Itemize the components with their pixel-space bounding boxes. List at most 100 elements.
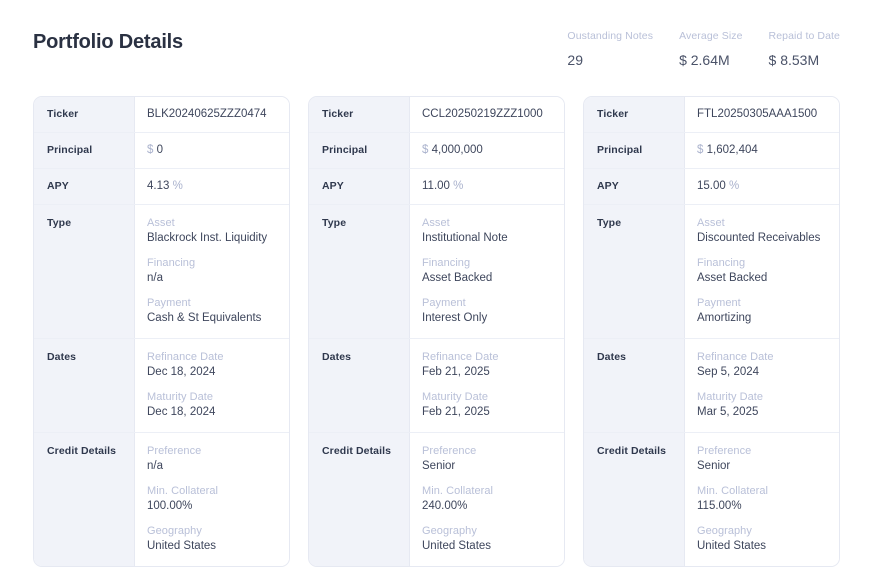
field-min-collateral: Min. Collateral 115.00% xyxy=(697,484,827,514)
card-row-dates: Dates Refinance Date Sep 5, 2024 Maturit… xyxy=(584,339,839,433)
field-refinance-date-label: Refinance Date xyxy=(147,350,277,365)
field-asset: Asset Discounted Receivables xyxy=(697,216,827,246)
field-geography: Geography United States xyxy=(697,524,827,554)
field-preference: Preference n/a xyxy=(147,444,277,474)
row-label-apy: APY xyxy=(34,169,135,204)
row-label-type: Type xyxy=(34,205,135,338)
field-payment-label: Payment xyxy=(422,296,552,311)
card-row-apy: APY 15.00 % xyxy=(584,169,839,205)
apy-amount: 11.00 xyxy=(422,179,450,194)
row-label-ticker: Ticker xyxy=(584,97,685,132)
principal-amount: 4,000,000 xyxy=(432,143,483,158)
card-row-principal: Principal $ 4,000,000 xyxy=(309,133,564,169)
row-label-ticker: Ticker xyxy=(309,97,410,132)
row-label-ticker: Ticker xyxy=(34,97,135,132)
card-row-ticker: Ticker CCL20250219ZZZ1000 xyxy=(309,97,564,133)
percent-symbol: % xyxy=(173,179,183,194)
field-preference-value: n/a xyxy=(147,459,277,474)
field-min-collateral-value: 100.00% xyxy=(147,499,277,514)
card-row-apy: APY 4.13 % xyxy=(34,169,289,205)
row-label-credit-details: Credit Details xyxy=(584,433,685,566)
row-value-credit-details: Preference Senior Min. Collateral 240.00… xyxy=(410,433,564,566)
row-label-type: Type xyxy=(309,205,410,338)
row-label-type: Type xyxy=(584,205,685,338)
portfolio-details-page: Portfolio Details Oustanding Notes 29 Av… xyxy=(0,0,869,531)
field-preference-label: Preference xyxy=(697,444,827,459)
field-geography-label: Geography xyxy=(422,524,552,539)
field-min-collateral-label: Min. Collateral xyxy=(422,484,552,499)
field-asset: Asset Institutional Note xyxy=(422,216,552,246)
percent-symbol: % xyxy=(729,179,739,194)
field-geography-value: United States xyxy=(422,539,552,554)
currency-symbol: $ xyxy=(147,143,153,158)
stat-oustanding-notes-value: 29 xyxy=(567,51,583,69)
row-value-principal: $ 0 xyxy=(135,133,289,168)
field-payment-label: Payment xyxy=(147,296,277,311)
note-card[interactable]: Ticker FTL20250305AAA1500 Principal $ 1,… xyxy=(583,96,840,567)
row-value-type: Asset Blackrock Inst. Liquidity Financin… xyxy=(135,205,289,338)
field-maturity-date-value: Feb 21, 2025 xyxy=(422,405,552,420)
card-row-ticker: Ticker BLK20240625ZZZ0474 xyxy=(34,97,289,133)
card-row-apy: APY 11.00 % xyxy=(309,169,564,205)
card-row-credit-details: Credit Details Preference n/a Min. Colla… xyxy=(34,433,289,566)
field-geography-value: United States xyxy=(697,539,827,554)
principal-amount: 1,602,404 xyxy=(707,143,758,158)
field-financing-label: Financing xyxy=(422,256,552,271)
row-label-principal: Principal xyxy=(34,133,135,168)
field-preference: Preference Senior xyxy=(422,444,552,474)
card-row-type: Type Asset Discounted Receivables Financ… xyxy=(584,205,839,339)
field-min-collateral: Min. Collateral 240.00% xyxy=(422,484,552,514)
field-min-collateral-label: Min. Collateral xyxy=(147,484,277,499)
field-asset-value: Blackrock Inst. Liquidity xyxy=(147,231,277,246)
field-refinance-date: Refinance Date Sep 5, 2024 xyxy=(697,350,827,380)
stat-average-size-value: $ 2.64M xyxy=(679,51,730,69)
field-maturity-date-value: Dec 18, 2024 xyxy=(147,405,277,420)
row-value-apy: 15.00 % xyxy=(685,169,839,204)
percent-symbol: % xyxy=(453,179,463,194)
field-maturity-date-value: Mar 5, 2025 xyxy=(697,405,827,420)
field-asset-label: Asset xyxy=(697,216,827,231)
field-preference-value: Senior xyxy=(422,459,552,474)
field-payment-label: Payment xyxy=(697,296,827,311)
field-asset-value: Institutional Note xyxy=(422,231,552,246)
field-payment: Payment Interest Only xyxy=(422,296,552,326)
field-preference-label: Preference xyxy=(422,444,552,459)
card-row-type: Type Asset Blackrock Inst. Liquidity Fin… xyxy=(34,205,289,339)
field-financing-value: n/a xyxy=(147,271,277,286)
field-maturity-date: Maturity Date Mar 5, 2025 xyxy=(697,390,827,420)
apy-amount: 15.00 xyxy=(697,179,726,194)
row-label-apy: APY xyxy=(584,169,685,204)
row-label-dates: Dates xyxy=(309,339,410,432)
row-value-ticker: BLK20240625ZZZ0474 xyxy=(135,97,289,132)
field-maturity-date: Maturity Date Feb 21, 2025 xyxy=(422,390,552,420)
row-value-credit-details: Preference Senior Min. Collateral 115.00… xyxy=(685,433,839,566)
field-geography-label: Geography xyxy=(147,524,277,539)
card-row-dates: Dates Refinance Date Dec 18, 2024 Maturi… xyxy=(34,339,289,433)
note-card[interactable]: Ticker BLK20240625ZZZ0474 Principal $ 0 … xyxy=(33,96,290,567)
field-refinance-date-value: Dec 18, 2024 xyxy=(147,365,277,380)
card-row-principal: Principal $ 0 xyxy=(34,133,289,169)
apy-amount: 4.13 xyxy=(147,179,169,194)
field-maturity-date-label: Maturity Date xyxy=(422,390,552,405)
field-payment-value: Cash & St Equivalents xyxy=(147,311,277,326)
stat-average-size-label: Average Size xyxy=(679,29,742,43)
field-refinance-date-value: Feb 21, 2025 xyxy=(422,365,552,380)
card-row-credit-details: Credit Details Preference Senior Min. Co… xyxy=(584,433,839,566)
field-min-collateral-value: 240.00% xyxy=(422,499,552,514)
field-refinance-date: Refinance Date Feb 21, 2025 xyxy=(422,350,552,380)
row-value-apy: 11.00 % xyxy=(410,169,564,204)
field-financing-label: Financing xyxy=(147,256,277,271)
currency-symbol: $ xyxy=(697,143,703,158)
field-financing: Financing Asset Backed xyxy=(697,256,827,286)
row-label-principal: Principal xyxy=(584,133,685,168)
field-payment: Payment Amortizing xyxy=(697,296,827,326)
row-label-dates: Dates xyxy=(584,339,685,432)
stat-average-size: Average Size $ 2.64M xyxy=(679,29,742,69)
note-card[interactable]: Ticker CCL20250219ZZZ1000 Principal $ 4,… xyxy=(308,96,565,567)
row-label-dates: Dates xyxy=(34,339,135,432)
row-value-dates: Refinance Date Feb 21, 2025 Maturity Dat… xyxy=(410,339,564,432)
row-value-dates: Refinance Date Sep 5, 2024 Maturity Date… xyxy=(685,339,839,432)
field-asset-label: Asset xyxy=(147,216,277,231)
card-row-credit-details: Credit Details Preference Senior Min. Co… xyxy=(309,433,564,566)
row-label-principal: Principal xyxy=(309,133,410,168)
